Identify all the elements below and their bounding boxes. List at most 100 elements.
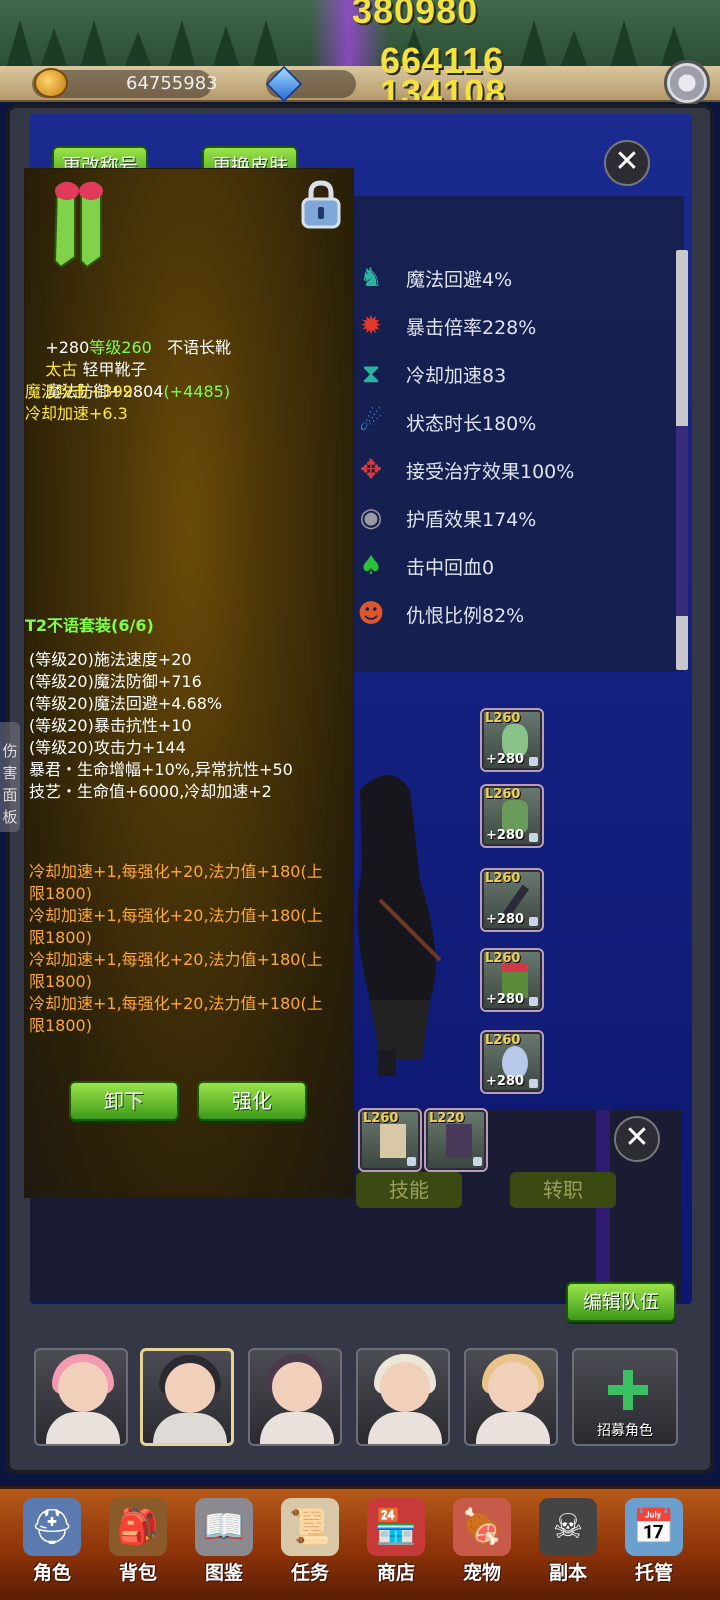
enchant-line: 冷却加速+1,每强化+20,法力值+180(上 xyxy=(29,862,323,881)
equip-slot-armor[interactable]: L260 +280 xyxy=(480,784,544,848)
slot-plus: +280 xyxy=(486,992,525,1007)
set-bonus: (等级20)魔法回避+4.68% xyxy=(29,694,223,713)
nav-dungeon[interactable]: ☠ 副本 xyxy=(528,1492,608,1596)
stat-text: 暴击倍率228% xyxy=(406,316,537,339)
lifesteal-icon: ♠ xyxy=(359,551,383,581)
slot-plus: +280 xyxy=(486,752,525,767)
nav-shop[interactable]: 🏪 商店 xyxy=(356,1492,436,1596)
nav-label: 宠物 xyxy=(462,1562,501,1584)
nav-character[interactable]: ⛑ 角色 xyxy=(12,1492,92,1596)
item-tooltip: +280等级260 不语长靴 太古 轻甲靴子 魔法防御+2804(+4485) … xyxy=(24,168,354,1198)
settings-gear-icon[interactable] xyxy=(664,60,710,106)
lock-icon xyxy=(473,1157,482,1166)
boots-icon xyxy=(53,181,103,269)
enchant-line: 限1800) xyxy=(29,928,92,947)
nav-pets[interactable]: 🍖 宠物 xyxy=(442,1492,522,1596)
lock-icon xyxy=(529,757,538,766)
set-bonus: 技艺・生命值+6000,冷却加速+2 xyxy=(29,782,272,801)
stat-text: 状态时长180% xyxy=(406,412,537,435)
hero-portrait[interactable] xyxy=(248,1348,342,1446)
skull-icon: ☠ xyxy=(539,1498,597,1556)
hero-portrait[interactable] xyxy=(464,1348,558,1446)
status-duration-icon: ☄ xyxy=(359,407,383,437)
nav-autoplay[interactable]: 📅 托管 xyxy=(614,1492,694,1596)
side-tab-char: 面 xyxy=(2,786,18,804)
stat-row: ☄ 状态时长180% xyxy=(352,402,536,442)
damage-number: 134108 xyxy=(380,72,507,100)
equip-slot-boots[interactable]: L260 +280 xyxy=(480,948,544,1012)
item-name: 不语长靴 xyxy=(167,338,232,357)
hero-portrait-selected[interactable] xyxy=(140,1348,234,1446)
enchant-line: 限1800) xyxy=(29,884,92,903)
dodge-icon: ♞ xyxy=(359,263,383,293)
magic-defense-bonus: (+4485) xyxy=(163,382,231,401)
slot-plus: +280 xyxy=(486,828,525,843)
side-tab-char: 害 xyxy=(2,764,18,782)
plus-icon xyxy=(608,1370,648,1410)
enchant-line: 冷却加速+1,每强化+20,法力值+180(上 xyxy=(29,994,323,1013)
class-change-button[interactable]: 转职 xyxy=(510,1172,616,1208)
resource-bar: 64755983 xyxy=(0,65,720,103)
equip-slot-helmet[interactable]: L260 +280 xyxy=(480,708,544,772)
nav-label: 副本 xyxy=(548,1562,587,1584)
stat-row: ♠ 击中回血0 xyxy=(352,546,494,586)
lock-icon xyxy=(529,917,538,926)
recruit-label: 招募角色 xyxy=(597,1423,653,1439)
lock-icon[interactable] xyxy=(299,179,343,229)
inventory-item[interactable]: L260 xyxy=(358,1108,422,1172)
calendar-icon: 📅 xyxy=(625,1498,683,1556)
nav-backpack[interactable]: 🎒 背包 xyxy=(98,1492,178,1596)
hero-portrait[interactable] xyxy=(34,1348,128,1446)
stats-list: ♞ 魔法回避4% ✹ 暴击倍率228% ⧗ 冷却加速83 ☄ 状态时长180% … xyxy=(352,196,684,672)
scroll-icon: 📜 xyxy=(281,1498,339,1556)
slot-level: L260 xyxy=(485,1033,521,1048)
stat-row: ⧗ 冷却加速83 xyxy=(352,354,506,394)
enhance-button[interactable]: 强化 xyxy=(197,1081,307,1121)
lock-icon xyxy=(529,833,538,842)
stat-row: ✥ 接受治疗效果100% xyxy=(352,450,574,490)
unequip-button[interactable]: 卸下 xyxy=(69,1081,179,1121)
backpack-icon: 🎒 xyxy=(109,1498,167,1556)
meat-icon: 🍖 xyxy=(453,1498,511,1556)
set-bonus: 暴君・生命增幅+10%,异常抗性+50 xyxy=(29,760,293,779)
stats-scrollbar-thumb[interactable] xyxy=(676,426,688,616)
stats-scrollbar[interactable] xyxy=(676,250,688,670)
inventory-item[interactable]: L220 xyxy=(424,1108,488,1172)
equip-slot-accessory[interactable]: L260 +280 xyxy=(480,1030,544,1094)
slot-level: L260 xyxy=(485,951,521,966)
nav-codex[interactable]: 📖 图鉴 xyxy=(184,1492,264,1596)
set-bonus: (等级20)魔法防御+716 xyxy=(29,672,202,691)
enchant-line: 限1800) xyxy=(29,1016,92,1035)
book-icon: 📖 xyxy=(195,1498,253,1556)
gold-amount: 64755983 xyxy=(126,73,218,94)
stat-row: ☻ 仇恨比例82% xyxy=(352,594,524,634)
slot-level: L260 xyxy=(485,711,521,726)
equip-slot-weapon[interactable]: L260 +280 xyxy=(480,868,544,932)
close-inventory-button[interactable]: ✕ xyxy=(614,1116,660,1162)
enchant-line: 冷却加速+1,每强化+20,法力值+180(上 xyxy=(29,906,323,925)
hero-portrait[interactable] xyxy=(356,1348,450,1446)
skills-button[interactable]: 技能 xyxy=(356,1172,462,1208)
lock-icon xyxy=(529,997,538,1006)
lock-icon xyxy=(407,1157,416,1166)
stat-text: 接受治疗效果100% xyxy=(406,460,575,483)
gold-coin-icon xyxy=(34,68,68,98)
nav-quests[interactable]: 📜 任务 xyxy=(270,1492,350,1596)
cooldown-stat: 冷却加速+6.3 xyxy=(25,404,128,423)
nav-label: 托管 xyxy=(634,1562,673,1584)
shop-icon: 🏪 xyxy=(367,1498,425,1556)
stat-text: 护盾效果174% xyxy=(406,508,537,531)
side-tab-char: 伤 xyxy=(2,742,18,760)
set-bonus: (等级20)暴击抗性+10 xyxy=(29,716,192,735)
damage-panel-tab[interactable]: 伤 害 面 板 xyxy=(0,722,20,832)
enchant-line: 限1800) xyxy=(29,972,92,991)
heal-received-icon: ✥ xyxy=(360,455,382,485)
shield-effect-icon: ◉ xyxy=(359,503,383,533)
stat-row: ♞ 魔法回避4% xyxy=(352,258,512,298)
character-figure xyxy=(357,775,442,1076)
set-bonus: (等级20)施法速度+20 xyxy=(29,650,192,669)
close-panel-button[interactable]: ✕ xyxy=(604,140,650,186)
recruit-hero-button[interactable]: 招募角色 xyxy=(572,1348,678,1446)
edit-team-button[interactable]: 编辑队伍 xyxy=(566,1282,676,1322)
slot-level: L260 xyxy=(363,1111,399,1126)
